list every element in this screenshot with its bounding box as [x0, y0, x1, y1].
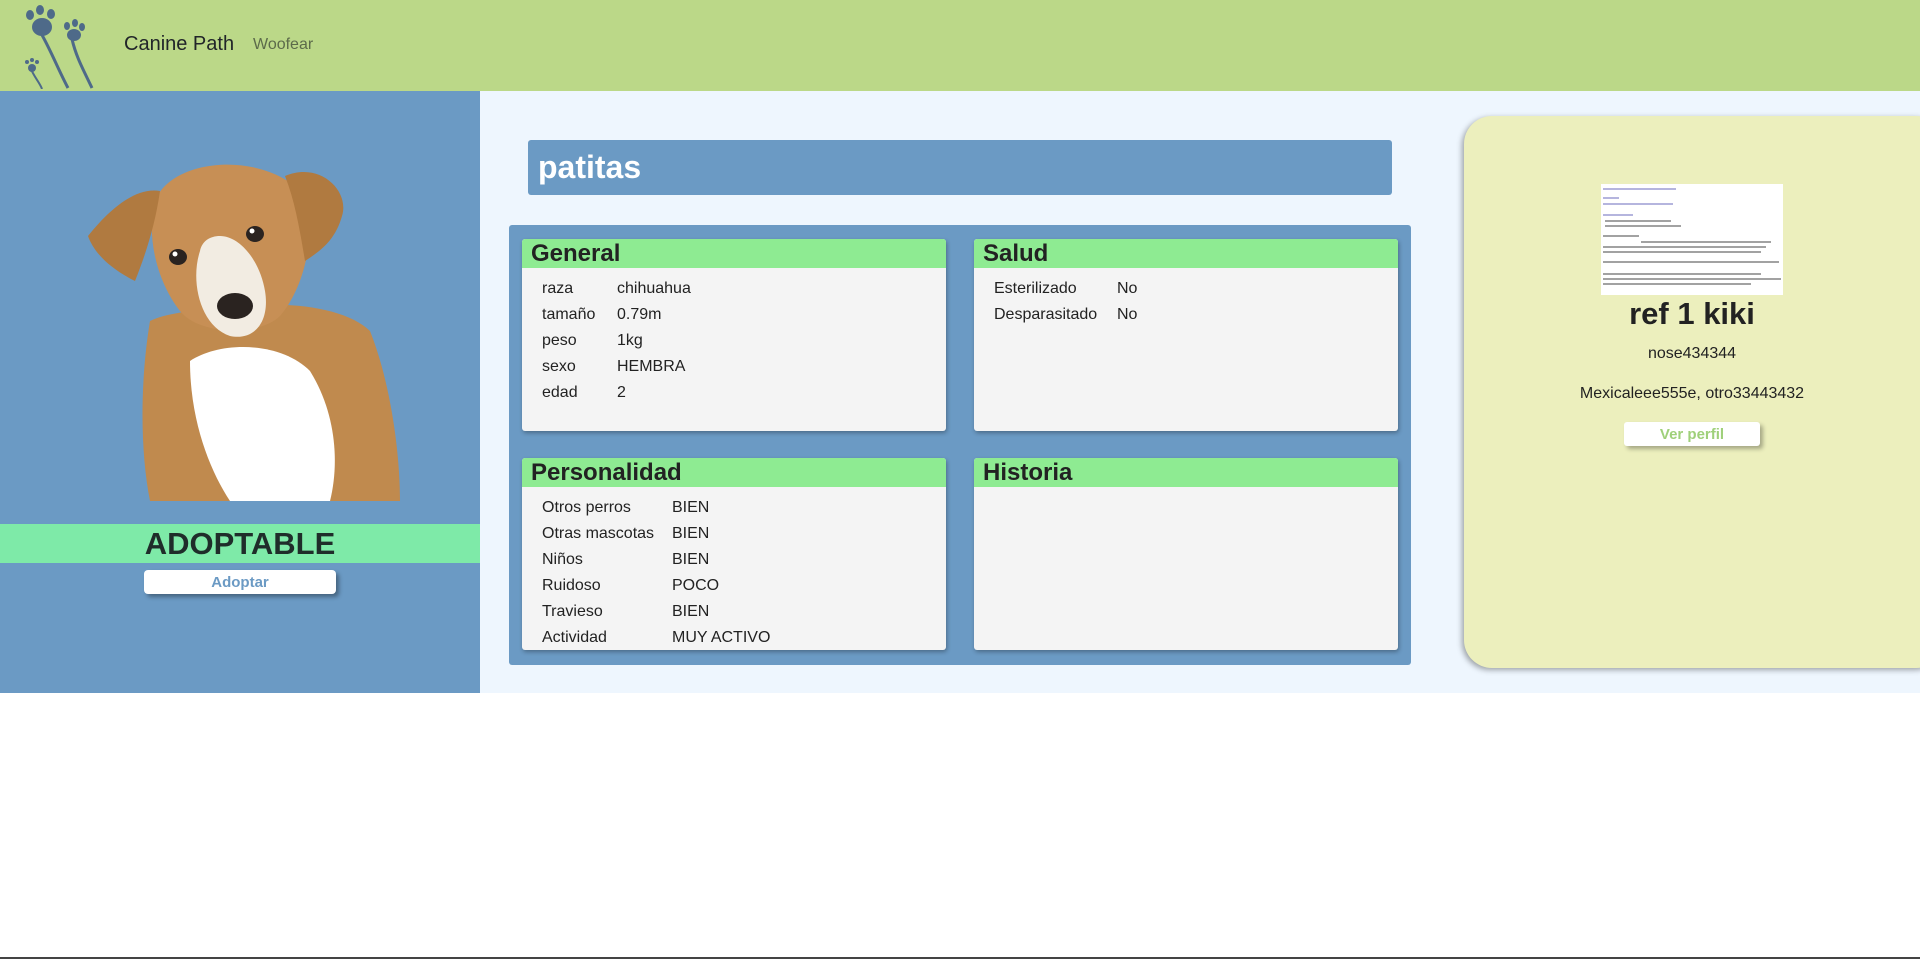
row-value: BIEN [672, 525, 710, 542]
row-value: BIEN [672, 499, 710, 516]
row-key: Desparasitado [994, 306, 1098, 323]
navbar: Canine Path Woofear [0, 0, 1920, 91]
view-profile-button[interactable]: Ver perfil [1624, 422, 1760, 446]
personality-row-otros-perros: Otros perros BIEN [542, 498, 946, 524]
health-card-title: Salud [974, 239, 1398, 268]
puppy-photo [80, 131, 400, 501]
row-value: No [1117, 306, 1138, 323]
general-card-title: General [522, 239, 946, 268]
row-value: No [1117, 280, 1138, 297]
health-card: Salud Esterilizado No Desparasitado No [974, 239, 1398, 431]
health-row-esterilizado: Esterilizado No [994, 279, 1398, 305]
personality-card: Personalidad Otros perros BIEN Otras masc… [522, 458, 946, 650]
row-value: 1kg [617, 332, 643, 349]
row-key: peso [542, 332, 577, 349]
row-value: BIEN [672, 551, 710, 568]
row-key: raza [542, 280, 574, 297]
row-value: POCO [672, 577, 720, 594]
row-value: MUY ACTIVO [672, 629, 771, 646]
adopt-button[interactable]: Adoptar [144, 570, 336, 594]
row-key: sexo [542, 358, 576, 375]
personality-card-title: Personalidad [522, 458, 946, 487]
reference-title: ref 1 kiki [1629, 296, 1755, 331]
row-key: Travieso [542, 603, 603, 620]
history-card: Historia [974, 458, 1398, 650]
row-key: Otras mascotas [542, 525, 655, 542]
reference-id: nose434344 [1647, 345, 1737, 362]
row-key: edad [542, 384, 578, 401]
reference-details: Mexicaleee555e, otro33443432 [1579, 385, 1805, 402]
nav-link-woofear[interactable]: Woofear [253, 36, 313, 54]
general-row-sexo: sexo HEMBRA [542, 357, 946, 383]
code-output-thumbnail [1601, 184, 1783, 295]
personality-row-ninos: Niños BIEN [542, 550, 946, 576]
history-card-title: Historia [974, 458, 1398, 487]
row-value: chihuahua [617, 280, 691, 297]
row-value: 2 [617, 384, 626, 401]
general-card: General raza chihuahua tamaño 0.79m peso 1k… [522, 239, 946, 431]
row-value: 0.79m [617, 306, 662, 323]
row-key: Esterilizado [994, 280, 1077, 297]
general-row-edad: edad 2 [542, 383, 946, 409]
history-card-body [974, 487, 1398, 498]
row-value: HEMBRA [617, 358, 686, 375]
brand-name[interactable]: Canine Path [124, 33, 234, 56]
pet-name-title: patitas [528, 140, 1392, 195]
adoption-status-badge: ADOPTABLE [0, 524, 480, 563]
pet-photo-panel: ADOPTABLE Adoptar [0, 91, 480, 693]
row-key: Ruidoso [542, 577, 601, 594]
personality-row-actividad: Actividad MUY ACTIVO [542, 628, 946, 650]
row-value: BIEN [672, 603, 710, 620]
row-key: Otros perros [542, 499, 631, 516]
personality-row-travieso: Travieso BIEN [542, 602, 946, 628]
general-row-peso: peso 1kg [542, 331, 946, 357]
paw-prints-logo-icon[interactable] [22, 5, 98, 90]
health-row-desparasitado: Desparasitado No [994, 305, 1398, 331]
personality-row-ruidoso: Ruidoso POCO [542, 576, 946, 602]
personality-row-otras-mascotas: Otras mascotas BIEN [542, 524, 946, 550]
row-key: Actividad [542, 629, 607, 646]
general-row-tamano: tamaño 0.79m [542, 305, 946, 331]
row-key: Niños [542, 551, 583, 568]
row-key: tamaño [542, 306, 596, 323]
general-row-raza: raza chihuahua [542, 279, 946, 305]
